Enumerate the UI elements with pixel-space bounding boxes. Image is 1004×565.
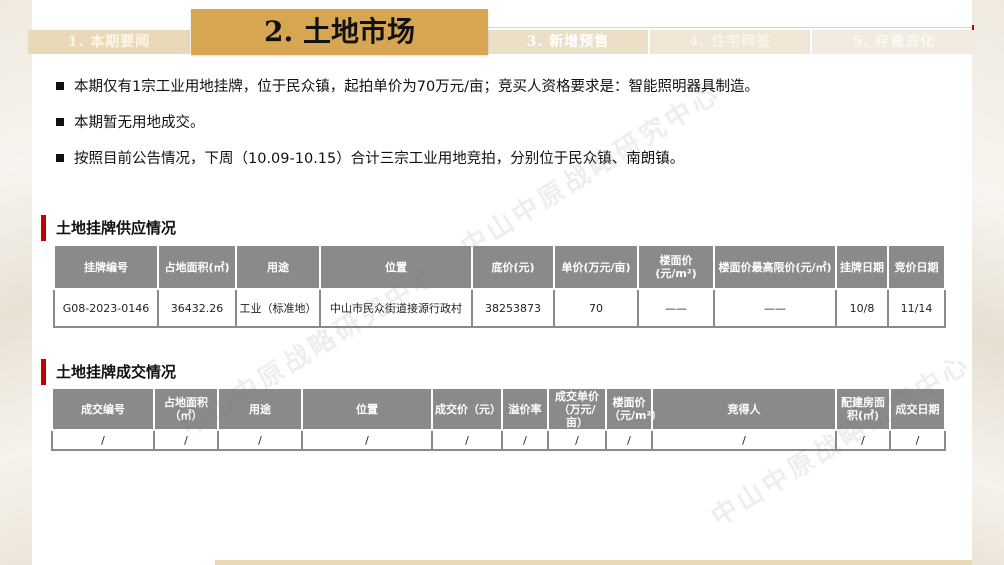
supply-table: 挂牌编号 占地面积(㎡) 用途 位置 底价(元) 单价(万元/亩) 楼面价(元/… (53, 244, 946, 328)
column-header: 单价(万元/亩) (553, 244, 639, 290)
column-header: 底价(元) (471, 244, 555, 290)
bullet-text: 本期暂无用地成交。 (74, 115, 205, 131)
bullet-item: 本期仅有1宗工业用地挂牌，位于民众镇，起拍单价为70万元/亩；竞买人资格要求是：… (56, 76, 759, 98)
header-rule (487, 27, 972, 28)
table-cell: 中山市民众街道接源行政村 (319, 288, 473, 328)
column-header: 溢价率 (501, 387, 549, 431)
column-header: 挂牌日期 (835, 244, 889, 290)
marble-background-right (972, 0, 1004, 565)
table-cell: G08-2023-0146 (53, 288, 159, 328)
deal-title-text: 土地挂牌成交情况 (56, 363, 177, 381)
supply-header-row: 挂牌编号 占地面积(㎡) 用途 位置 底价(元) 单价(万元/亩) 楼面价(元/… (53, 244, 946, 290)
section-marker (41, 215, 46, 241)
section-marker (41, 359, 46, 385)
column-header: 竞价日期 (887, 244, 946, 290)
supply-section-title: 土地挂牌供应情况 (41, 215, 176, 241)
tab-new-presale[interactable]: 3. 新增预售 (488, 30, 648, 54)
table-cell: 11/14 (887, 288, 946, 328)
table-cell: / (153, 429, 219, 451)
column-header: 楼面价最高限价(元/㎡) (713, 244, 837, 290)
table-cell: / (889, 429, 946, 451)
table-cell: / (651, 429, 837, 451)
table-cell: / (835, 429, 891, 451)
table-cell: 10/8 (835, 288, 889, 328)
column-header: 占地面积（㎡） (153, 387, 219, 431)
section-nav: 1. 本期要闻 3. 新增预售 4. 住宅网签 5. 存量去化 (28, 30, 976, 54)
tab-inventory[interactable]: 5. 存量去化 (812, 30, 976, 54)
footer-strip (215, 560, 972, 565)
table-cell: / (51, 429, 155, 451)
column-header: 用途 (217, 387, 303, 431)
column-header: 成交价（元） (431, 387, 503, 431)
deal-table: 成交编号 占地面积（㎡） 用途 位置 成交价（元） 溢价率 成交单价（万元/亩）… (51, 387, 946, 451)
table-row: G08-2023-0146 36432.26 工业（标准地） 中山市民众街道接源… (53, 288, 946, 328)
column-header: 位置 (319, 244, 473, 290)
bullet-item: 本期暂无用地成交。 (56, 112, 759, 134)
deal-header-row: 成交编号 占地面积（㎡） 用途 位置 成交价（元） 溢价率 成交单价（万元/亩）… (51, 387, 946, 431)
summary-bullets: 本期仅有1宗工业用地挂牌，位于民众镇，起拍单价为70万元/亩；竞买人资格要求是：… (56, 76, 759, 184)
tab-news[interactable]: 1. 本期要闻 (28, 30, 190, 54)
column-header: 成交日期 (889, 387, 946, 431)
table-cell: / (547, 429, 607, 451)
bullet-square-icon (56, 118, 64, 126)
table-cell: / (431, 429, 503, 451)
table-cell: / (605, 429, 653, 451)
column-header: 占地面积(㎡) (157, 244, 237, 290)
column-header: 挂牌编号 (53, 244, 159, 290)
column-header: 配建房面积(㎡) (835, 387, 891, 431)
table-cell: 70 (553, 288, 639, 328)
tab-land-market[interactable]: 2. 土地市场 (191, 9, 488, 55)
bullet-item: 按照目前公告情况，下周（10.09-10.15）合计三宗工业用地竞拍，分别位于民… (56, 148, 759, 170)
bullet-text: 本期仅有1宗工业用地挂牌，位于民众镇，起拍单价为70万元/亩；竞买人资格要求是：… (74, 79, 760, 95)
table-cell: 工业（标准地） (235, 288, 321, 328)
table-cell: —— (637, 288, 715, 328)
table-cell: / (301, 429, 433, 451)
column-header: 楼面价(元/m²) (637, 244, 715, 290)
table-row: / / / / / / / / / / / (51, 429, 946, 451)
table-cell: —— (713, 288, 837, 328)
column-header: 成交编号 (51, 387, 155, 431)
table-cell: / (217, 429, 303, 451)
table-cell: 36432.26 (157, 288, 237, 328)
tab-residential-contracts[interactable]: 4. 住宅网签 (650, 30, 810, 54)
supply-title-text: 土地挂牌供应情况 (56, 219, 177, 237)
column-header: 楼面价（元/m²） (605, 387, 662, 431)
deal-section-title: 土地挂牌成交情况 (41, 359, 176, 385)
column-header: 成交单价（万元/亩） (547, 387, 607, 431)
table-cell: / (501, 429, 549, 451)
column-header: 位置 (301, 387, 433, 431)
bullet-square-icon (56, 82, 64, 90)
bullet-text: 按照目前公告情况，下周（10.09-10.15）合计三宗工业用地竞拍，分别位于民… (74, 151, 685, 167)
column-header: 用途 (235, 244, 321, 290)
table-cell: 38253873 (471, 288, 555, 328)
bullet-square-icon (56, 154, 64, 162)
column-header: 竞得人 (651, 387, 837, 431)
marble-background-left (0, 0, 32, 565)
